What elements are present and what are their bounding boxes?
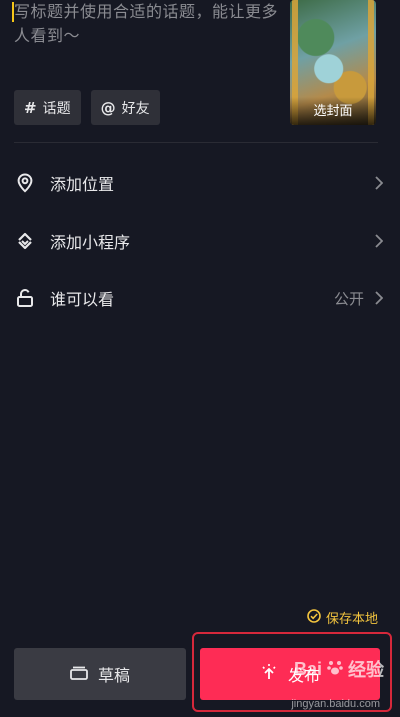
baidu-watermark: Bai 经验 xyxy=(294,656,384,682)
divider xyxy=(14,142,378,143)
chevron-right-icon xyxy=(372,176,386,190)
visibility-label: 谁可以看 xyxy=(50,290,115,309)
paw-icon xyxy=(326,658,344,681)
add-location-row[interactable]: 添加位置 xyxy=(14,163,386,203)
watermark-url: jingyan.baidu.com xyxy=(291,698,380,710)
save-local-label: 保存本地 xyxy=(325,612,378,627)
hashtag-icon: # xyxy=(24,98,37,117)
add-mini-program-label: 添加小程序 xyxy=(50,233,131,252)
topic-chip-label: 话题 xyxy=(42,100,71,117)
draft-button[interactable]: 草稿 xyxy=(14,648,186,700)
caption-placeholder: 写标题并使用合适的话题，能让更多人看到～ xyxy=(14,2,279,45)
watermark-suffix: 经验 xyxy=(348,660,384,680)
chevron-right-icon xyxy=(372,234,386,248)
draft-label: 草稿 xyxy=(97,666,130,685)
select-cover-label: 选封面 xyxy=(290,97,376,125)
topic-chip[interactable]: # 话题 xyxy=(14,90,81,125)
friend-chip-label: 好友 xyxy=(121,100,150,117)
watermark-brand: Bai xyxy=(293,658,322,679)
friend-chip[interactable]: @ 好友 xyxy=(90,90,160,125)
cover-thumbnail[interactable]: 选封面 xyxy=(290,0,376,125)
draft-box-icon xyxy=(70,665,88,684)
caption-input-area[interactable]: 写标题并使用合适的话题，能让更多人看到～ xyxy=(0,0,280,90)
publish-icon xyxy=(260,663,278,685)
mini-program-icon xyxy=(14,230,36,252)
location-pin-icon xyxy=(14,172,36,194)
add-location-label: 添加位置 xyxy=(50,175,115,194)
unlock-icon xyxy=(14,287,36,309)
save-local-toggle[interactable]: 保存本地 xyxy=(307,608,378,627)
check-circle-icon xyxy=(307,608,321,627)
tag-chips: # 话题 @ 好友 xyxy=(14,90,160,125)
at-icon: @ xyxy=(100,98,116,117)
chevron-right-icon xyxy=(372,291,386,305)
visibility-value: 公开 xyxy=(333,289,364,308)
visibility-row[interactable]: 谁可以看 公开 xyxy=(14,278,386,318)
add-mini-program-row[interactable]: 添加小程序 xyxy=(14,221,386,261)
